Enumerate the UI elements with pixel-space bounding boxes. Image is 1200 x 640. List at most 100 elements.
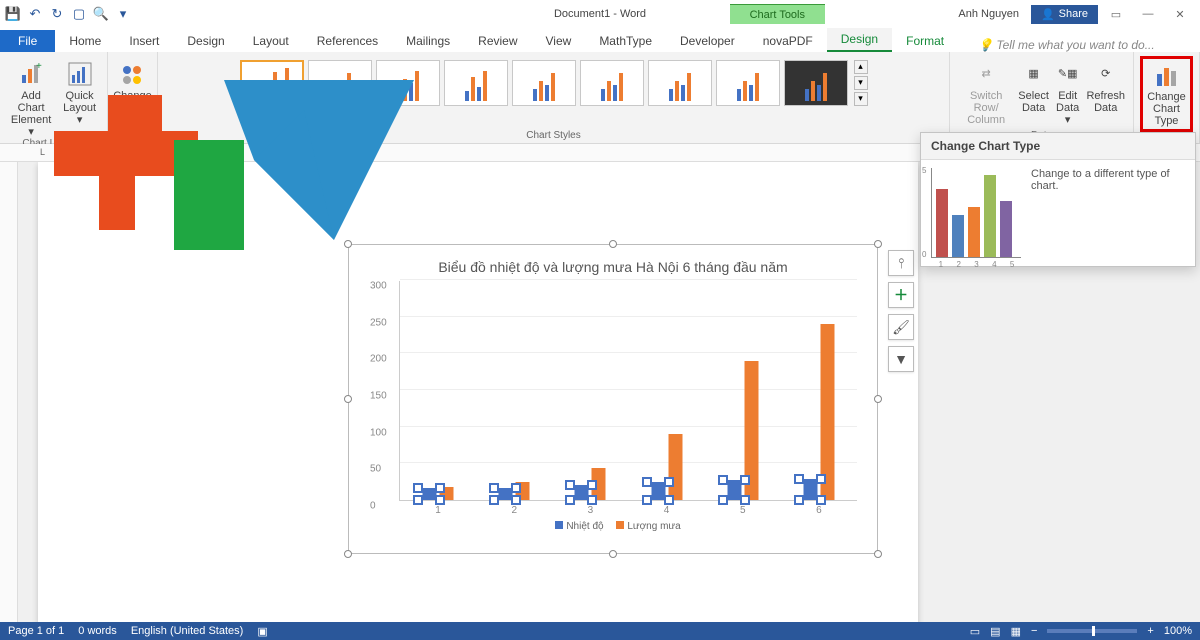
tab-insert[interactable]: Insert (115, 30, 173, 52)
zoom-out-icon[interactable]: − (1031, 625, 1037, 637)
ribbon-options-icon[interactable]: ▭ (1102, 3, 1130, 25)
style-thumb-7[interactable] (648, 60, 712, 106)
style-thumb-8[interactable] (716, 60, 780, 106)
style-thumb-6[interactable] (580, 60, 644, 106)
view-print-layout-icon[interactable]: ▤ (990, 625, 1000, 638)
style-thumb-4[interactable] (444, 60, 508, 106)
vertical-ruler (0, 162, 18, 622)
style-thumb-1[interactable] (240, 60, 304, 106)
qat-dropdown-icon[interactable]: ▾ (116, 7, 130, 21)
styles-scroll-up-icon[interactable]: ▴ (854, 60, 868, 74)
zoom-in-icon[interactable]: + (1147, 625, 1153, 637)
style-thumb-2[interactable] (308, 60, 372, 106)
file-tab[interactable]: File (0, 30, 55, 52)
undo-icon[interactable]: ↶ (28, 7, 42, 21)
switch-row-column-button[interactable]: ⇄ Switch Row/ Column (958, 56, 1014, 126)
view-web-layout-icon[interactable]: ▦ (1011, 625, 1021, 638)
tab-novapdf[interactable]: novaPDF (749, 30, 827, 52)
change-colors-icon (119, 60, 147, 88)
quick-access-toolbar: 💾 ↶ ↻ ▢ 🔍 ▾ (0, 7, 130, 21)
legend-swatch-1 (555, 521, 563, 529)
change-colors-button[interactable]: Change Colors ▾ (113, 56, 152, 126)
chart-plot-area[interactable]: 050100150200250300123456 (399, 281, 857, 501)
tab-mathtype[interactable]: MathType (585, 30, 666, 52)
resize-handle[interactable] (344, 240, 352, 248)
change-chart-type-icon (1153, 61, 1181, 89)
status-language[interactable]: English (United States) (131, 625, 244, 637)
select-data-icon: ▦ (1020, 60, 1048, 88)
resize-handle[interactable] (874, 550, 882, 558)
redo-icon[interactable]: ↻ (50, 7, 64, 21)
window-title: Document1 - Word (554, 8, 646, 20)
share-button[interactable]: 👤Share (1031, 5, 1098, 24)
styles-scroll-down-icon[interactable]: ▾ (854, 76, 868, 90)
chart-styles-button[interactable]: 🖌 (888, 314, 914, 340)
style-thumb-9[interactable] (784, 60, 848, 106)
switch-row-column-icon: ⇄ (972, 60, 1000, 88)
resize-handle[interactable] (344, 550, 352, 558)
tab-design[interactable]: Design (173, 30, 238, 52)
ribbon-tabs: File Home Insert Design Layout Reference… (0, 28, 1200, 52)
tooltip-title: Change Chart Type (921, 133, 1195, 160)
tooltip-chart-icon: 12345 5 0 (931, 168, 1021, 258)
status-bar: Page 1 of 1 0 words English (United Stat… (0, 622, 1200, 640)
style-thumb-3[interactable] (376, 60, 440, 106)
tab-references[interactable]: References (303, 30, 392, 52)
tab-layout[interactable]: Layout (239, 30, 303, 52)
edit-data-icon: ✎▦ (1054, 60, 1082, 88)
group-label-chart-styles: Chart Styles (526, 130, 580, 143)
resize-handle[interactable] (874, 240, 882, 248)
quick-layout-button[interactable]: Quick Layout ▾ (60, 56, 99, 138)
zoom-level[interactable]: 100% (1164, 625, 1192, 637)
user-name[interactable]: Anh Nguyen (958, 8, 1019, 20)
title-bar: 💾 ↶ ↻ ▢ 🔍 ▾ Document1 - Word Chart Tools… (0, 0, 1200, 28)
chart-layout-options-button[interactable]: ⫯ (888, 250, 914, 276)
status-page[interactable]: Page 1 of 1 (8, 625, 64, 637)
minimize-icon[interactable]: — (1134, 3, 1162, 25)
chart-legend[interactable]: Nhiệt độ Lượng mưa (349, 501, 877, 536)
view-read-mode-icon[interactable]: ▭ (970, 625, 980, 638)
save-icon[interactable]: 💾 (6, 7, 20, 21)
resize-handle[interactable] (609, 550, 617, 558)
zoom-slider[interactable] (1047, 629, 1137, 633)
edit-data-button[interactable]: ✎▦ Edit Data ▾ (1053, 56, 1083, 126)
styles-more-icon[interactable]: ▾ (854, 92, 868, 106)
chart-side-buttons: ⫯ ＋ 🖌 ▼ (888, 250, 914, 372)
macro-recording-icon[interactable]: ▣ (257, 625, 267, 638)
tab-review[interactable]: Review (464, 30, 531, 52)
refresh-data-icon: ⟳ (1092, 60, 1120, 88)
add-chart-element-button[interactable]: + Add Chart Element ▾ (8, 56, 54, 138)
chart-tools-context-label: Chart Tools (730, 4, 825, 24)
ribbon: + Add Chart Element ▾ Quick Layout ▾ Cha… (0, 52, 1200, 144)
add-chart-element-icon: + (17, 60, 45, 88)
embedded-chart[interactable]: Biểu đồ nhiệt độ và lượng mưa Hà Nội 6 t… (348, 244, 878, 554)
chart-styles-gallery[interactable]: ▴ ▾ ▾ (240, 56, 868, 106)
tell-me-search[interactable]: 💡 Tell me what you want to do... (978, 38, 1155, 52)
select-data-button[interactable]: ▦ Select Data (1018, 56, 1049, 126)
status-word-count[interactable]: 0 words (78, 625, 117, 637)
tab-chart-format[interactable]: Format (892, 30, 958, 52)
change-chart-type-button[interactable]: Change Chart Type (1140, 56, 1193, 132)
style-thumb-5[interactable] (512, 60, 576, 106)
resize-handle[interactable] (609, 240, 617, 248)
change-chart-type-tooltip: Change Chart Type 12345 5 0 Change to a … (920, 132, 1196, 267)
resize-handle[interactable] (874, 395, 882, 403)
chart-elements-button[interactable]: ＋ (888, 282, 914, 308)
close-icon[interactable]: ✕ (1166, 3, 1194, 25)
tab-home[interactable]: Home (55, 30, 115, 52)
print-preview-icon[interactable]: 🔍 (94, 7, 108, 21)
tab-view[interactable]: View (532, 30, 586, 52)
tab-mailings[interactable]: Mailings (392, 30, 464, 52)
refresh-data-button[interactable]: ⟳ Refresh Data (1086, 56, 1125, 126)
chart-title[interactable]: Biểu đồ nhiệt độ và lượng mưa Hà Nội 6 t… (349, 245, 877, 281)
tab-developer[interactable]: Developer (666, 30, 749, 52)
tab-chart-design[interactable]: Design (827, 28, 892, 52)
tooltip-description: Change to a different type of chart. (1031, 168, 1185, 258)
quick-layout-icon (66, 60, 94, 88)
resize-handle[interactable] (344, 395, 352, 403)
share-icon: 👤 (1041, 8, 1055, 21)
svg-text:+: + (36, 61, 42, 72)
chart-filters-button[interactable]: ▼ (888, 346, 914, 372)
legend-swatch-2 (616, 521, 624, 529)
new-doc-icon[interactable]: ▢ (72, 7, 86, 21)
